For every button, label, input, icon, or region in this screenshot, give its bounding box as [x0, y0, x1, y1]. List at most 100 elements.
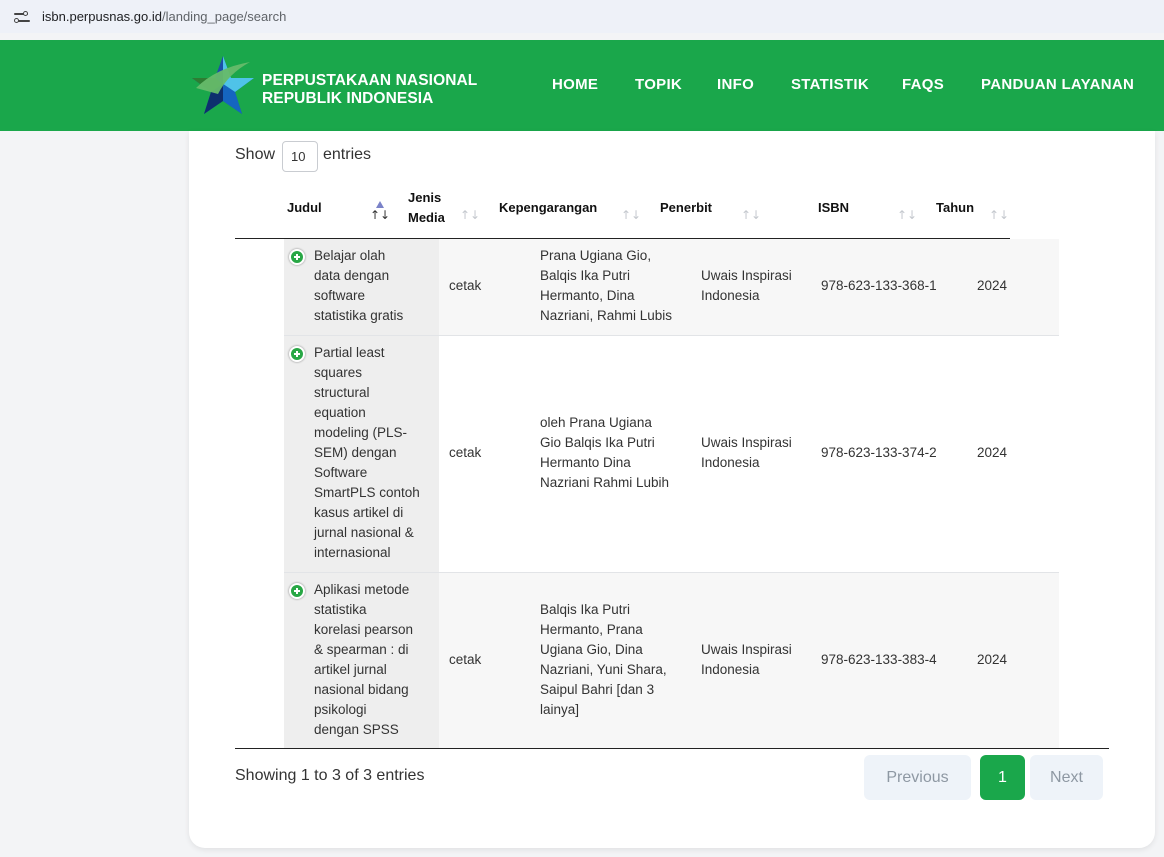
column-header-jenis[interactable]: Jenis	[408, 188, 441, 208]
text-line: oleh Prana Ugiana	[540, 415, 652, 430]
text-line: structural	[314, 385, 370, 400]
nav-faqs[interactable]: FAQS	[902, 76, 944, 96]
cell-judul: Aplikasi metode statistika korelasi pear…	[314, 580, 438, 740]
text-line: Nazriani Rahmi Lubih	[540, 475, 670, 490]
cell-jenis-media: cetak	[449, 445, 482, 460]
cell-jenis-media: cetak	[449, 652, 482, 667]
text-line: Saipul Bahri [dan 3	[540, 682, 655, 697]
cell-jenis-media: cetak	[449, 278, 482, 293]
text-line: lainya]	[540, 702, 580, 717]
text-line: Uwais Inspirasi	[701, 268, 792, 283]
cell-tahun: 2024	[977, 652, 1008, 667]
text-line: korelasi pearson	[314, 622, 414, 637]
cell-penerbit: Uwais Inspirasi Indonesia	[701, 433, 792, 473]
nav-home[interactable]: HOME	[552, 76, 598, 96]
text-line: Gio Balqis Ika Putri	[540, 435, 655, 450]
url-path: /landing_page/search	[161, 9, 287, 24]
sort-icon: ↑↓	[460, 208, 481, 222]
entries-per-page-select[interactable]: 10	[282, 141, 318, 172]
cell-kepengarangan: Prana Ugiana Gio, Balqis Ika Putri Herma…	[540, 246, 690, 326]
text-line: & spearman : di	[314, 642, 409, 657]
text-line: statistika gratis	[314, 308, 404, 323]
expand-row-icon[interactable]	[289, 583, 305, 599]
column-header-tahun[interactable]: Tahun	[936, 198, 974, 218]
text-line: software	[314, 288, 366, 303]
cell-penerbit: Uwais Inspirasi Indonesia	[701, 640, 792, 680]
text-line: Partial least	[314, 345, 385, 360]
brand-name[interactable]: PERPUSTAKAAN NASIONAL REPUBLIK INDONESIA	[262, 72, 477, 108]
table-info: Showing 1 to 3 of 3 entries	[235, 767, 425, 784]
brand-line-2: REPUBLIK INDONESIA	[262, 90, 434, 107]
text-line: Hermanto Dina	[540, 455, 631, 470]
column-header-isbn[interactable]: ISBN	[818, 198, 849, 218]
text-line: modeling (PLS-	[314, 425, 408, 440]
sort-icon: ↑↓	[741, 208, 762, 222]
sort-icon: ↑↓	[621, 208, 642, 222]
text-line: nasional bidang	[314, 682, 409, 697]
next-page-button[interactable]: Next	[1030, 755, 1103, 800]
table-bottom-divider	[235, 748, 1109, 749]
text-line: SEM) dengan	[314, 445, 397, 460]
text-line: Balqis Ika Putri	[540, 268, 631, 283]
text-line: Nazriani, Yuni Shara,	[540, 662, 667, 677]
text-line: statistika	[314, 602, 367, 617]
cell-isbn: 978-623-133-368-1	[821, 278, 937, 293]
expand-row-icon[interactable]	[289, 346, 305, 362]
text-line: internasional	[314, 545, 391, 560]
sort-icon: ↑↓	[897, 208, 918, 222]
text-line: Hermanto, Prana	[540, 622, 643, 637]
text-line: Prana Ugiana Gio,	[540, 248, 652, 263]
cell-isbn: 978-623-133-374-2	[821, 445, 937, 460]
previous-page-button[interactable]: Previous	[864, 755, 971, 800]
column-header-media[interactable]: Media	[408, 208, 445, 228]
cell-kepengarangan: Balqis Ika Putri Hermanto, Prana Ugiana …	[540, 600, 690, 720]
text-line: Uwais Inspirasi	[701, 642, 792, 657]
text-line: squares	[314, 365, 363, 380]
url-text[interactable]: isbn.perpusnas.go.id/landing_page/search	[42, 9, 286, 24]
sort-ascending-icon	[376, 201, 384, 208]
text-line: Software	[314, 465, 368, 480]
cell-kepengarangan: oleh Prana Ugiana Gio Balqis Ika Putri H…	[540, 413, 690, 493]
show-label: Show	[235, 146, 276, 163]
nav-statistik[interactable]: STATISTIK	[791, 76, 869, 96]
text-line: Indonesia	[701, 288, 760, 303]
text-line: jurnal nasional &	[314, 525, 414, 540]
cell-tahun: 2024	[977, 278, 1008, 293]
cell-isbn: 978-623-133-383-4	[821, 652, 937, 667]
text-line: artikel jurnal	[314, 662, 387, 677]
url-host: isbn.perpusnas.go.id	[42, 9, 162, 24]
sort-icon: ↑↓	[370, 208, 391, 222]
cell-judul: Partial least squares structural equatio…	[314, 343, 438, 563]
nav-panduan-layanan[interactable]: PANDUAN LAYANAN	[981, 76, 1134, 96]
nav-info[interactable]: INFO	[717, 76, 754, 96]
nav-topik[interactable]: TOPIK	[635, 76, 682, 96]
text-line: SmartPLS contoh	[314, 485, 420, 500]
text-line: kasus artikel di	[314, 505, 404, 520]
cell-judul: Belajar olah data dengan software statis…	[314, 246, 438, 326]
page-1-button[interactable]: 1	[980, 755, 1025, 800]
text-line: psikologi	[314, 702, 367, 717]
text-line: Indonesia	[701, 662, 760, 677]
perpusnas-logo-icon[interactable]	[190, 54, 256, 118]
column-header-penerbit[interactable]: Penerbit	[660, 198, 712, 218]
text-line: Uwais Inspirasi	[701, 435, 792, 450]
sort-icon: ↑↓	[989, 208, 1010, 222]
cell-tahun: 2024	[977, 445, 1008, 460]
cell-penerbit: Uwais Inspirasi Indonesia	[701, 266, 792, 306]
brand-line-1: PERPUSTAKAAN NASIONAL	[262, 72, 478, 89]
text-line: Indonesia	[701, 455, 760, 470]
site-info-icon[interactable]	[14, 10, 32, 24]
text-line: data dengan	[314, 268, 390, 283]
text-line: Nazriani, Rahmi Lubis	[540, 308, 673, 323]
entries-label: entries	[323, 146, 372, 163]
column-header-kepengarangan[interactable]: Kepengarangan	[499, 198, 597, 218]
text-line: Ugiana Gio, Dina	[540, 642, 643, 657]
text-line: dengan SPSS	[314, 722, 399, 737]
column-header-judul[interactable]: Judul	[287, 198, 322, 218]
browser-address-bar[interactable]: isbn.perpusnas.go.id/landing_page/search	[0, 0, 1164, 33]
expand-row-icon[interactable]	[289, 249, 305, 265]
text-line: Hermanto, Dina	[540, 288, 635, 303]
text-line: Aplikasi metode	[314, 582, 410, 597]
text-line: equation	[314, 405, 366, 420]
text-line: Balqis Ika Putri	[540, 602, 631, 617]
